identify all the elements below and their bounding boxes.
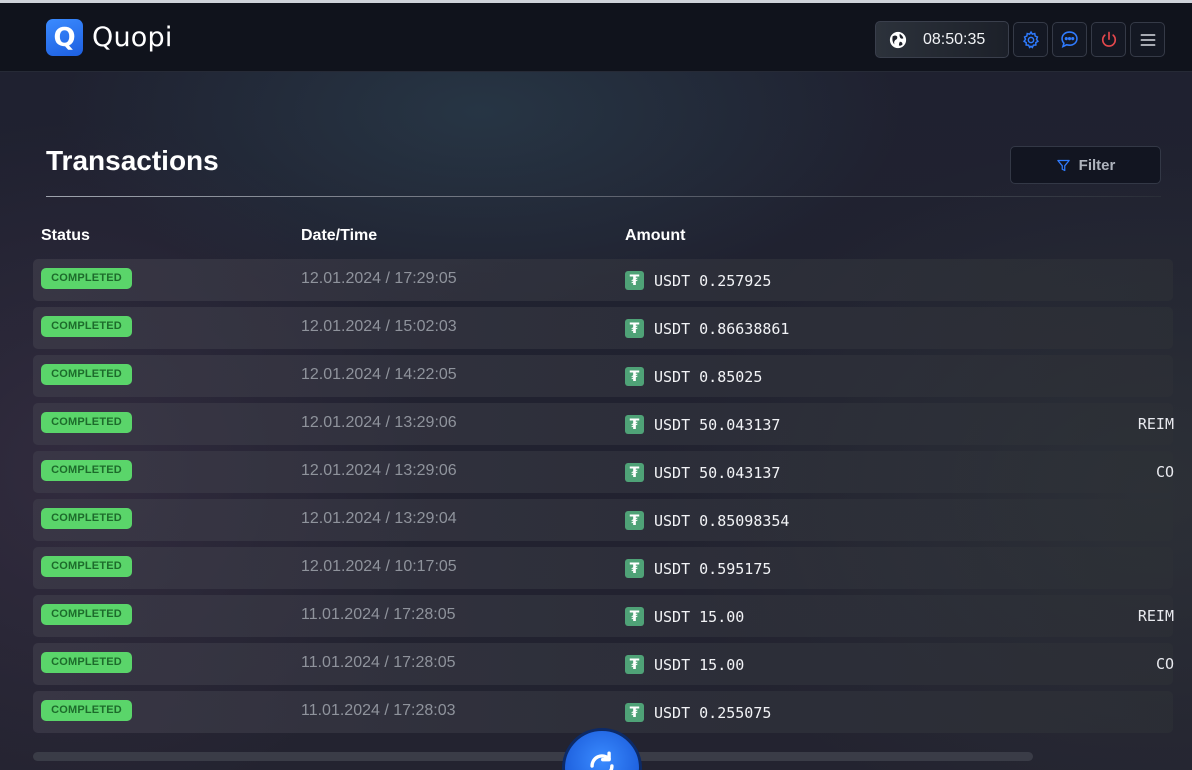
row-type: REIM [1137,607,1174,625]
column-header-datetime[interactable]: Date/Time [301,227,377,245]
column-header-amount[interactable]: Amount [625,227,685,245]
page-title: Transactions [46,145,219,176]
horizontal-scrollbar[interactable] [33,752,1033,761]
row-type: CO [1155,655,1174,673]
row-amount: ₮ USDT 0.255075 [625,703,771,722]
top-bar: Q Quopi 08:50:35 [0,0,1192,72]
row-amount: ₮ USDT 0.595175 [625,559,771,578]
amount-text: USDT 0.255075 [654,703,772,722]
table-row[interactable]: COMPLETED 12.01.2024 / 13:29:04 ₮ USDT 0… [33,499,1173,541]
logout-button[interactable] [1091,22,1126,57]
row-amount: ₮ USDT 50.043137 [625,463,780,482]
status-badge: COMPLETED [41,412,132,433]
clock-widget[interactable]: 08:50:35 [875,21,1009,58]
tether-icon: ₮ [625,319,644,338]
table-row[interactable]: COMPLETED 12.01.2024 / 17:29:05 ₮ USDT 0… [33,259,1173,301]
amount-text: USDT 50.043137 [654,463,781,482]
tether-icon: ₮ [625,367,644,386]
amount-text: USDT 0.85025 [654,367,763,386]
table-row[interactable]: COMPLETED 11.01.2024 / 17:28:05 ₮ USDT 1… [33,643,1174,685]
brand[interactable]: Q Quopi [46,19,173,56]
row-datetime: 12.01.2024 / 17:29:05 [301,270,457,287]
status-badge: COMPLETED [41,700,132,721]
row-amount: ₮ USDT 0.85025 [625,367,762,386]
menu-button[interactable] [1130,22,1165,57]
tether-icon: ₮ [625,607,644,626]
row-amount: ₮ USDT 50.043137 [625,415,780,434]
tether-icon: ₮ [625,511,644,530]
amount-text: USDT 0.257925 [654,271,772,290]
amount-text: USDT 15.00 [654,607,745,626]
transactions-list: COMPLETED 12.01.2024 / 17:29:05 ₮ USDT 0… [33,259,1174,739]
row-datetime: 12.01.2024 / 13:29:06 [301,462,457,479]
row-amount: ₮ USDT 0.85098354 [625,511,789,530]
table-row[interactable]: COMPLETED 12.01.2024 / 13:29:06 ₮ USDT 5… [33,451,1174,493]
row-datetime: 12.01.2024 / 13:29:06 [301,414,457,431]
tether-icon: ₮ [625,415,644,434]
table-row[interactable]: COMPLETED 11.01.2024 / 17:28:03 ₮ USDT 0… [33,691,1173,733]
table-row[interactable]: COMPLETED 12.01.2024 / 15:02:03 ₮ USDT 0… [33,307,1173,349]
amount-text: USDT 0.595175 [654,559,772,578]
amount-text: USDT 0.85098354 [654,511,790,530]
chat-icon [1061,31,1078,48]
status-badge: COMPLETED [41,364,132,385]
brand-name: Quopi [92,22,173,53]
row-amount: ₮ USDT 15.00 [625,607,744,626]
tether-icon: ₮ [625,703,644,722]
table-row[interactable]: COMPLETED 11.01.2024 / 17:28:05 ₮ USDT 1… [33,595,1174,637]
status-badge: COMPLETED [41,508,132,529]
row-amount: ₮ USDT 0.257925 [625,271,771,290]
status-badge: COMPLETED [41,556,132,577]
status-badge: COMPLETED [41,652,132,673]
chat-button[interactable] [1052,22,1087,57]
tether-icon: ₮ [625,271,644,290]
tether-icon: ₮ [625,463,644,482]
gear-icon [1022,30,1039,49]
amount-text: USDT 15.00 [654,655,745,674]
row-type: REIM [1137,415,1174,433]
globe-icon [889,31,907,48]
menu-icon [1140,33,1155,46]
logo-letter: Q [53,22,76,53]
status-badge: COMPLETED [41,268,132,289]
row-type: CO [1155,463,1174,481]
title-divider [46,196,1161,197]
swap-icon [590,751,614,770]
row-datetime: 11.01.2024 / 17:28:05 [301,606,456,623]
power-icon [1101,31,1116,47]
row-datetime: 12.01.2024 / 14:22:05 [301,366,457,383]
row-amount: ₮ USDT 15.00 [625,655,744,674]
table-row[interactable]: COMPLETED 12.01.2024 / 14:22:05 ₮ USDT 0… [33,355,1173,397]
row-datetime: 11.01.2024 / 17:28:03 [301,702,456,719]
status-badge: COMPLETED [41,460,132,481]
row-datetime: 12.01.2024 / 13:29:04 [301,510,457,527]
status-badge: COMPLETED [41,316,132,337]
table-row[interactable]: COMPLETED 12.01.2024 / 10:17:05 ₮ USDT 0… [33,547,1173,589]
filter-label: Filter [1078,156,1116,174]
tether-icon: ₮ [625,559,644,578]
tether-icon: ₮ [625,655,644,674]
status-badge: COMPLETED [41,604,132,625]
row-amount: ₮ USDT 0.86638861 [625,319,789,338]
settings-button[interactable] [1013,22,1048,57]
column-header-status[interactable]: Status [41,227,90,245]
table-row[interactable]: COMPLETED 12.01.2024 / 13:29:06 ₮ USDT 5… [33,403,1174,445]
amount-text: USDT 0.86638861 [654,319,790,338]
row-datetime: 12.01.2024 / 15:02:03 [301,318,457,335]
filter-icon [1056,159,1070,171]
filter-button[interactable]: Filter [1010,146,1161,184]
amount-text: USDT 50.043137 [654,415,781,434]
row-datetime: 12.01.2024 / 10:17:05 [301,558,457,575]
row-datetime: 11.01.2024 / 17:28:05 [301,654,456,671]
clock-time: 08:50:35 [923,30,986,48]
quopi-logo: Q [46,19,83,56]
